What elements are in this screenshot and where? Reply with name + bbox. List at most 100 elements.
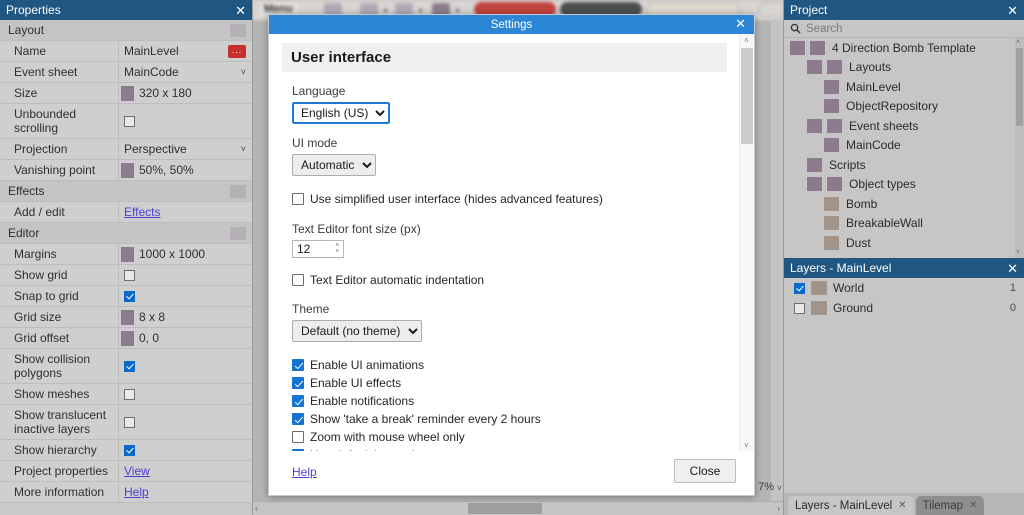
scrollbar-thumb[interactable] [468, 503, 542, 514]
auto-indent-row[interactable]: Text Editor automatic indentation [292, 273, 740, 287]
property-row-more-information[interactable]: More information Help [0, 482, 252, 503]
settings-toggle-row[interactable]: Show 'take a break' reminder every 2 hou… [292, 412, 740, 426]
settings-toggle-checkbox[interactable] [292, 377, 304, 389]
property-checkbox[interactable] [124, 115, 135, 127]
property-checkbox[interactable] [124, 444, 135, 456]
property-row-project-properties[interactable]: Project properties View [0, 461, 252, 482]
property-value[interactable] [118, 349, 252, 383]
tree-item[interactable]: ObjectRepository [784, 97, 1024, 117]
property-value[interactable]: MainLevel... [118, 41, 252, 61]
panel-tab[interactable]: Layers - MainLevel ✕ [788, 496, 914, 515]
chevron-up-icon[interactable]: ˄ [1016, 39, 1020, 47]
tree-item[interactable]: Event sheets [784, 116, 1024, 136]
stepper-arrows-icon[interactable]: ˄ ˅ [335, 243, 339, 255]
property-value[interactable] [118, 20, 252, 40]
font-size-input[interactable] [293, 241, 329, 257]
chevron-up-icon[interactable]: ˄ [744, 36, 749, 45]
tree-item[interactable]: Object types [784, 175, 1024, 195]
project-tree-scrollbar[interactable]: ˄ ˅ [1015, 38, 1024, 258]
property-row-size[interactable]: Size 320 x 180 [0, 83, 252, 104]
property-row-grid-offset[interactable]: Grid offset 0, 0 [0, 328, 252, 349]
property-value[interactable] [118, 384, 252, 404]
layer-row[interactable]: Ground 0 [784, 298, 1024, 318]
property-checkbox[interactable] [124, 416, 135, 428]
property-value[interactable] [118, 405, 252, 439]
ui-mode-select[interactable]: Automatic [292, 154, 376, 176]
layer-row[interactable]: World 1 [784, 278, 1024, 298]
settings-toggle-checkbox[interactable] [292, 413, 304, 425]
property-value[interactable]: 1000 x 1000 [118, 244, 252, 264]
property-value[interactable]: Effects [118, 202, 252, 222]
property-row-margins[interactable]: Margins 1000 x 1000 [0, 244, 252, 265]
settings-toggle-row[interactable]: Enable UI animations [292, 358, 740, 372]
theme-select[interactable]: Default (no theme) [292, 320, 422, 342]
toolbar-pill-outline[interactable] [758, 2, 784, 17]
properties-list[interactable]: Layout Name MainLevel... Event sheet MainCod… [0, 20, 252, 515]
toolbar-dropdown-dot-2[interactable] [419, 9, 422, 12]
chevron-down-icon[interactable]: ˅ [241, 144, 246, 154]
property-row-unbounded-scrolling[interactable]: Unbounded scrolling [0, 104, 252, 139]
toolbar-dropdown-dot-3[interactable] [456, 9, 459, 12]
tree-item[interactable]: Bomb [784, 194, 1024, 214]
property-value[interactable]: Perspective ˅ [118, 139, 252, 159]
close-icon[interactable]: ✕ [969, 500, 977, 511]
font-size-stepper[interactable]: ˄˅ [292, 240, 344, 258]
property-row-show-meshes[interactable]: Show meshes [0, 384, 252, 405]
layers-list[interactable]: World 1 Ground 0 [784, 278, 1024, 318]
property-row-layout[interactable]: Layout [0, 20, 252, 41]
simplified-ui-checkbox[interactable] [292, 193, 304, 205]
property-row-editor[interactable]: Editor [0, 223, 252, 244]
property-value[interactable] [118, 223, 252, 243]
property-row-show-hierarchy[interactable]: Show hierarchy [0, 440, 252, 461]
property-row-effects[interactable]: Effects [0, 181, 252, 202]
property-checkbox[interactable] [124, 388, 135, 400]
auto-indent-checkbox[interactable] [292, 274, 304, 286]
panel-tab[interactable]: Tilemap ✕ [915, 496, 985, 515]
property-row-show-collision-polygons[interactable]: Show collision polygons [0, 349, 252, 384]
property-value[interactable] [118, 181, 252, 201]
property-value[interactable] [118, 265, 252, 285]
property-value[interactable]: 8 x 8 [118, 307, 252, 327]
settings-toggle-row[interactable]: Zoom with mouse wheel only [292, 430, 740, 444]
property-checkbox[interactable] [124, 360, 135, 372]
property-value[interactable]: MainCode ˅ [118, 62, 252, 82]
property-value[interactable] [118, 104, 252, 138]
tree-item[interactable]: MainCode [784, 136, 1024, 156]
simplified-ui-row[interactable]: Use simplified user interface (hides adv… [292, 192, 740, 206]
settings-toggle-checkbox[interactable] [292, 395, 304, 407]
layers-panel-tabstrip[interactable]: Layers - MainLevel ✕ Tilemap ✕ [784, 493, 1024, 515]
property-value[interactable] [118, 286, 252, 306]
property-value[interactable]: 0, 0 [118, 328, 252, 348]
close-icon[interactable]: ✕ [735, 17, 746, 31]
settings-toggle-row[interactable]: Enable notifications [292, 394, 740, 408]
chevron-down-icon[interactable]: ˅ [777, 483, 782, 493]
settings-scroll-area[interactable]: User interface Language English (US) UI … [269, 34, 740, 452]
property-row-event-sheet[interactable]: Event sheet MainCode ˅ [0, 62, 252, 83]
layer-visibility-checkbox[interactable] [794, 302, 805, 314]
close-icon[interactable]: ✕ [898, 500, 906, 511]
close-icon[interactable]: ✕ [1007, 262, 1018, 275]
canvas-horizontal-scrollbar[interactable]: ‹ › [252, 501, 784, 515]
chevron-down-icon[interactable]: ˅ [1016, 249, 1020, 257]
settings-dialog-scrollbar[interactable]: ˄ ˅ [739, 34, 754, 452]
property-value[interactable]: View [118, 461, 252, 481]
layer-visibility-checkbox[interactable] [794, 282, 805, 294]
property-more-button[interactable]: ... [228, 44, 246, 58]
settings-toggle-checkbox[interactable] [292, 431, 304, 443]
scroll-left-icon[interactable]: ‹ [255, 503, 258, 514]
chevron-down-icon[interactable]: ˅ [241, 67, 246, 77]
property-row-grid-size[interactable]: Grid size 8 x 8 [0, 307, 252, 328]
settings-toggle-row[interactable]: Enable UI effects [292, 376, 740, 390]
property-link[interactable]: Effects [124, 205, 160, 219]
settings-toggle-checkbox[interactable] [292, 359, 304, 371]
tree-item[interactable]: MainLevel [784, 77, 1024, 97]
property-row-projection[interactable]: Projection Perspective ˅ [0, 139, 252, 160]
close-icon[interactable]: ✕ [1007, 4, 1018, 17]
property-row-name[interactable]: Name MainLevel... [0, 41, 252, 62]
property-row-vanishing-point[interactable]: Vanishing point 50%, 50% [0, 160, 252, 181]
tree-item[interactable]: Dust [784, 233, 1024, 253]
language-select[interactable]: English (US) [291, 101, 391, 125]
property-checkbox[interactable] [124, 269, 135, 281]
property-row-show-grid[interactable]: Show grid [0, 265, 252, 286]
property-value[interactable]: 50%, 50% [118, 160, 252, 180]
